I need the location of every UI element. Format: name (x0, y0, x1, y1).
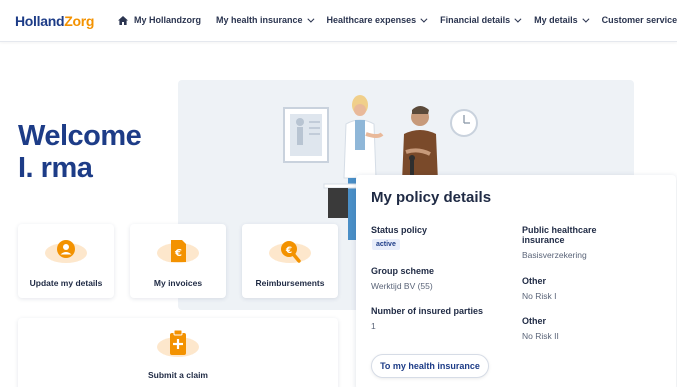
welcome-line: Welcome (18, 120, 142, 152)
top-navbar: HollandZorg My Hollandzorg My health ins… (0, 0, 677, 42)
svg-text:€: € (174, 248, 182, 259)
nav-label: Healthcare expenses (326, 15, 417, 25)
nav-item-my-hollandzorg[interactable]: My Hollandzorg (118, 15, 201, 25)
hollandzorg-logo[interactable]: HollandZorg (15, 13, 94, 29)
user-icon (45, 240, 87, 263)
nav-item-customer-services[interactable]: Customer services (602, 15, 677, 25)
other-value: No Risk II (522, 331, 559, 341)
group-scheme-label: Group scheme (371, 266, 435, 276)
chevron-down-icon (514, 15, 522, 23)
tile-label: Submit a claim (148, 370, 208, 380)
chevron-down-icon (420, 15, 428, 23)
nav-item-my-details[interactable]: My details (534, 15, 590, 25)
nav-item-healthcare-expenses[interactable]: Healthcare expenses (326, 15, 428, 25)
home-icon (118, 15, 128, 25)
euro-search-icon: € (269, 241, 311, 263)
insured-parties-value: 1 (371, 321, 376, 331)
other-label: Other (522, 276, 547, 286)
public-insurance-label-line1: Public healthcare (522, 225, 597, 235)
insured-parties-label: Number of insured parties (371, 306, 484, 316)
other-label: Other (522, 316, 547, 326)
my-invoices-tile[interactable]: € My invoices (130, 224, 226, 298)
user-name: I. rma (18, 152, 93, 184)
submit-a-claim-tile[interactable]: Submit a claim (18, 318, 338, 387)
chevron-down-icon (306, 15, 314, 23)
policy-details-card: My policy details Status policy active G… (356, 175, 676, 387)
nav-item-financial-details[interactable]: Financial details (440, 15, 522, 25)
clipboard-plus-icon (157, 329, 199, 357)
reimbursements-tile[interactable]: € Reimbursements (242, 224, 338, 298)
invoice-icon: € (157, 240, 199, 263)
nav-label: My details (534, 15, 578, 25)
status-policy-label: Status policy (371, 225, 428, 235)
nav-label: My Hollandzorg (134, 15, 201, 25)
logo-text-holland: Holland (15, 13, 65, 29)
public-insurance-label: Public healthcare insurance (522, 225, 597, 245)
main-menu: My Hollandzorg My health insurance Healt… (118, 15, 677, 25)
other-value: No Risk I (522, 291, 557, 301)
public-insurance-value: Basisverzekering (522, 250, 587, 260)
status-badge: active (372, 239, 400, 250)
tile-label: Update my details (29, 278, 103, 288)
nav-label: Customer services (601, 15, 677, 25)
welcome-heading: Welcome I. rma (18, 120, 142, 184)
to-my-health-insurance-button[interactable]: To my health insurance (371, 354, 489, 378)
nav-item-my-health-insurance[interactable]: My health insurance (216, 15, 314, 25)
chevron-down-icon (582, 15, 590, 23)
tile-label: Reimbursements (255, 278, 325, 288)
group-scheme-value: Werktijd BV (55) (371, 281, 433, 291)
svg-text:€: € (285, 246, 292, 256)
public-insurance-label-line2: insurance (522, 235, 565, 245)
update-my-details-tile[interactable]: Update my details (18, 224, 114, 298)
tile-label: My invoices (153, 278, 203, 288)
logo-text-zorg: Zorg (64, 13, 95, 29)
nav-label: My health insurance (216, 15, 303, 25)
nav-label: Financial details (440, 15, 511, 25)
policy-card-title: My policy details (371, 189, 492, 206)
